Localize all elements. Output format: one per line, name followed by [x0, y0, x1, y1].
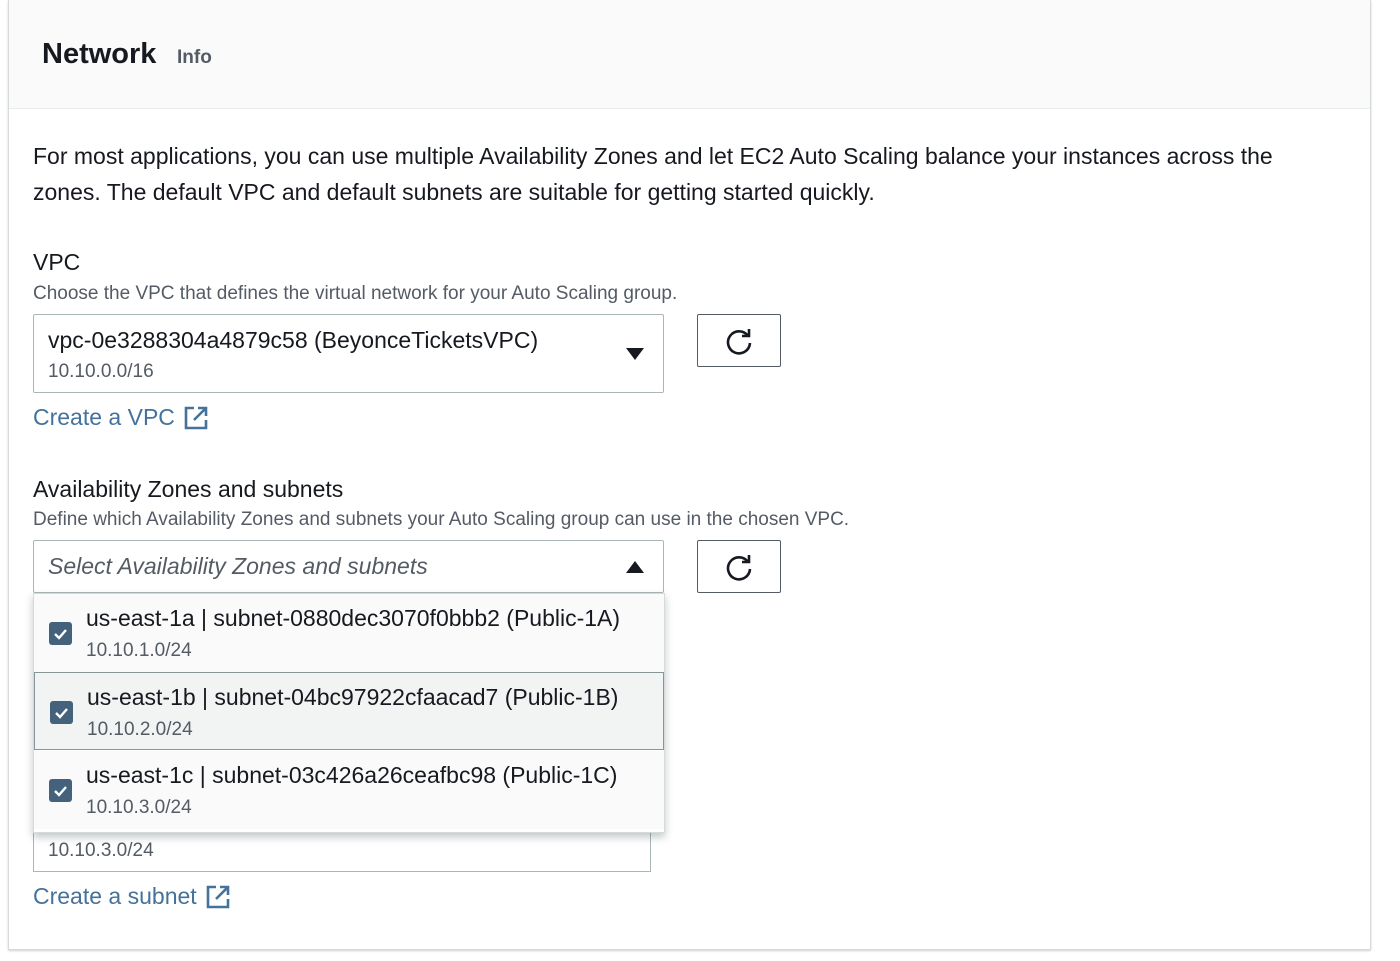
subnets-select[interactable]: Select Availability Zones and subnets [33, 540, 664, 593]
page-title: Network [42, 38, 157, 70]
subnets-dropdown: us-east-1a | subnet-0880dec3070f0bbb2 (P… [33, 593, 665, 833]
create-vpc-label: Create a VPC [33, 404, 175, 430]
subnet-option-label: us-east-1a | subnet-0880dec3070f0bbb2 (P… [86, 605, 621, 631]
checkmark-icon [54, 628, 67, 640]
subnet-option-us-east-1a[interactable]: us-east-1a | subnet-0880dec3070f0bbb2 (P… [34, 594, 664, 672]
info-link[interactable]: Info [177, 47, 212, 69]
checkbox-checked[interactable] [50, 701, 73, 724]
vpc-select[interactable]: vpc-0e3288304a4879c58 (BeyonceTicketsVPC… [33, 314, 664, 393]
subnet-token-cidr: 10.10.3.0/24 [48, 840, 154, 861]
panel-header: Network Info [9, 0, 1370, 109]
subnet-option-cidr: 10.10.3.0/24 [86, 797, 192, 818]
external-link-icon [206, 885, 229, 908]
subnet-option-us-east-1b[interactable]: us-east-1b | subnet-04bc97922cfaacad7 (P… [34, 672, 664, 750]
refresh-icon [726, 554, 752, 581]
subnet-token-field: 10.10.3.0/24 [33, 830, 651, 872]
create-vpc-link[interactable]: Create a VPC [33, 404, 209, 431]
caret-up-icon [626, 561, 644, 573]
create-subnet-link[interactable]: Create a subnet [33, 883, 231, 910]
vpc-description: Choose the VPC that defines the virtual … [33, 283, 678, 304]
subnets-description: Define which Availability Zones and subn… [33, 509, 850, 530]
subnet-option-us-east-1c[interactable]: us-east-1c | subnet-03c426a26ceafbc98 (P… [34, 751, 664, 829]
caret-down-icon [626, 348, 644, 360]
checkbox-checked[interactable] [49, 779, 72, 802]
vpc-selected-value: vpc-0e3288304a4879c58 (BeyonceTicketsVPC… [48, 327, 539, 353]
section-description: For most applications, you can use multi… [33, 143, 1273, 205]
subnets-placeholder: Select Availability Zones and subnets [48, 553, 428, 579]
vpc-refresh-button[interactable] [697, 314, 781, 367]
refresh-icon [726, 328, 752, 355]
vpc-label: VPC [33, 249, 81, 275]
vpc-cidr: 10.10.0.0/16 [48, 361, 154, 382]
checkmark-icon [55, 707, 68, 719]
checkmark-icon [54, 785, 67, 797]
subnets-label: Availability Zones and subnets [33, 476, 344, 502]
subnet-option-cidr: 10.10.2.0/24 [87, 719, 193, 740]
external-link-icon [184, 406, 208, 429]
subnet-option-label: us-east-1b | subnet-04bc97922cfaacad7 (P… [87, 684, 619, 710]
create-subnet-label: Create a subnet [33, 883, 197, 909]
subnets-refresh-button[interactable] [697, 540, 781, 593]
checkbox-checked[interactable] [49, 622, 72, 645]
subnet-option-label: us-east-1c | subnet-03c426a26ceafbc98 (P… [86, 762, 618, 788]
subnet-option-cidr: 10.10.1.0/24 [86, 640, 192, 661]
